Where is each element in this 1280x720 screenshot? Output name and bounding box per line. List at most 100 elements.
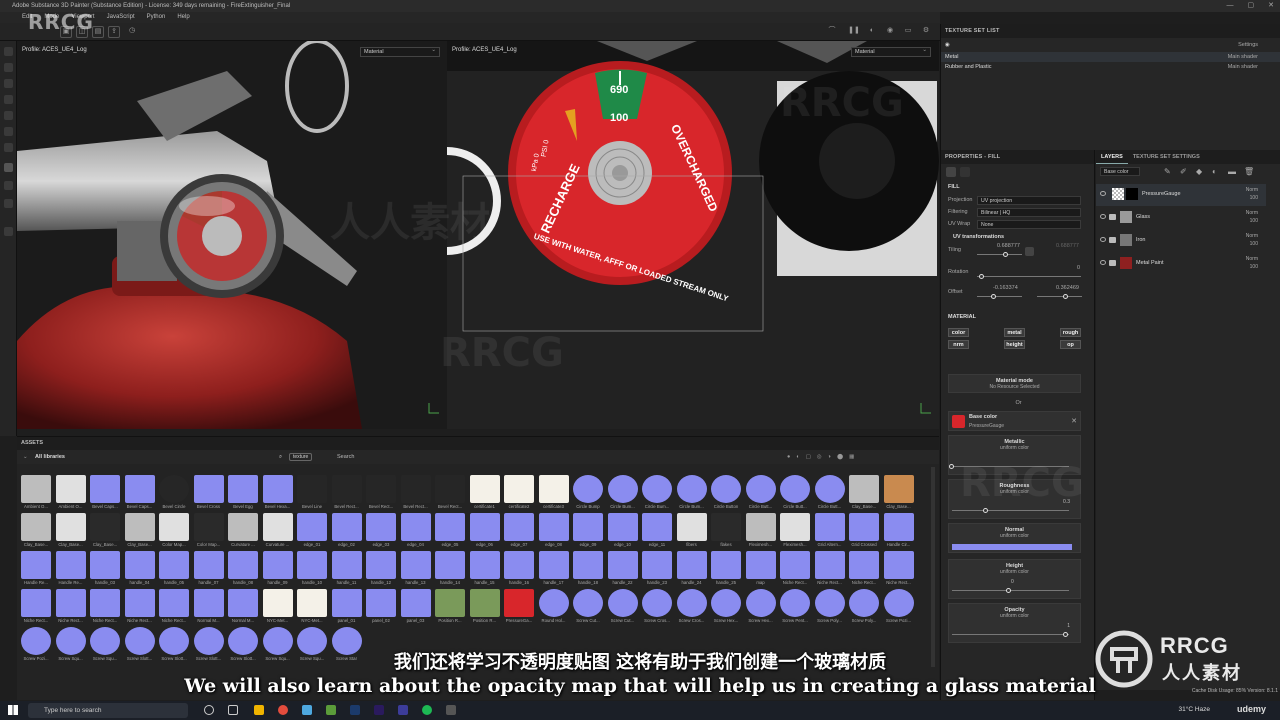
- tiling-slider[interactable]: [977, 254, 1022, 255]
- opacity-slider-handle[interactable]: [1063, 632, 1068, 637]
- render-icon[interactable]: ◐: [866, 26, 878, 38]
- metallic-card[interactable]: Metallic uniform color: [948, 435, 1081, 475]
- asset-tile[interactable]: handle_25: [711, 551, 741, 585]
- asset-tile[interactable]: NYC-Met...: [297, 589, 327, 623]
- asset-tile[interactable]: Color Map...: [193, 513, 224, 547]
- asset-tile[interactable]: handle_07: [193, 551, 224, 585]
- history-icon[interactable]: ◷: [126, 26, 138, 38]
- asset-tile[interactable]: Screw Cut...: [573, 589, 603, 623]
- delete-layer-icon[interactable]: 🗑: [1244, 167, 1254, 176]
- search-tag[interactable]: texture: [289, 453, 313, 461]
- texture-set-item[interactable]: Metal Main shader: [941, 52, 1280, 62]
- asset-tile[interactable]: Circle Bum...: [642, 475, 672, 509]
- roughness-slider-handle[interactable]: [983, 508, 988, 513]
- asset-tile[interactable]: Circle Bum...: [607, 475, 638, 509]
- export-icon[interactable]: ⇪: [108, 26, 120, 38]
- channel-nrm-chip[interactable]: nrm: [948, 340, 969, 349]
- shelf-icon[interactable]: [4, 227, 13, 236]
- windows-start-icon[interactable]: [8, 705, 18, 715]
- add-paint-layer-icon[interactable]: ✐: [1180, 167, 1187, 176]
- layer-row[interactable]: Glass Norm 100: [1096, 207, 1266, 229]
- asset-tile[interactable]: certificate3: [538, 475, 569, 509]
- asset-tile[interactable]: Circle Butt...: [745, 475, 776, 509]
- asset-tile[interactable]: Ambient O...: [55, 475, 86, 509]
- asset-tile[interactable]: handle_14: [435, 551, 465, 585]
- asset-tile[interactable]: Handle Re...: [21, 551, 51, 585]
- asset-tile[interactable]: Bevel Hexa...: [262, 475, 293, 509]
- asset-tile[interactable]: handle_17: [538, 551, 569, 585]
- asset-tile[interactable]: Screw Hex...: [745, 589, 776, 623]
- search-input[interactable]: Search: [337, 450, 354, 464]
- viewport-2d[interactable]: 690 100 RECHARGE OVERCHARGED USE WITH WA…: [447, 41, 939, 429]
- asset-tile[interactable]: Screw Poly...: [849, 589, 879, 623]
- layer-blend[interactable]: Norm 100: [1246, 255, 1258, 271]
- asset-tile[interactable]: Niche Rect...: [55, 589, 86, 623]
- asset-tile[interactable]: Bevel Cross: [193, 475, 224, 509]
- asset-filter-icons[interactable]: ●◐▢◎◑⬤▦: [787, 450, 860, 464]
- asset-tile[interactable]: edge_10: [607, 513, 638, 547]
- asset-tile[interactable]: Screw Poly...: [814, 589, 845, 623]
- asset-tile[interactable]: Clay_Base...: [55, 513, 86, 547]
- asset-tile[interactable]: Clay_Base...: [849, 475, 879, 509]
- asset-tile[interactable]: Bevel Rect...: [435, 475, 465, 509]
- asset-tile[interactable]: Round Hol...: [538, 589, 569, 623]
- polyfill-tool-icon[interactable]: [4, 95, 13, 104]
- asset-tile[interactable]: Clay_Base...: [21, 513, 51, 547]
- minimize-icon[interactable]: —: [1227, 0, 1234, 12]
- asset-tile[interactable]: handle_04: [124, 551, 155, 585]
- asset-tile[interactable]: Clay_Base...: [883, 475, 914, 509]
- channel-op-chip[interactable]: op: [1060, 340, 1081, 349]
- lock-icon[interactable]: [1025, 247, 1034, 256]
- library-selector[interactable]: All libraries: [35, 450, 65, 464]
- asset-tile[interactable]: edge_06: [469, 513, 500, 547]
- height-card[interactable]: Height uniform color 0: [948, 559, 1081, 599]
- asset-tile[interactable]: Niche Rect...: [124, 589, 155, 623]
- material-mode-card[interactable]: Material mode No Resource Selected: [948, 374, 1081, 393]
- asset-tile[interactable]: Screw Hex...: [711, 589, 741, 623]
- asset-tile[interactable]: Bevel Egg: [228, 475, 258, 509]
- asset-tile[interactable]: handle_12: [366, 551, 396, 585]
- tiling-slider-handle[interactable]: [1003, 252, 1008, 257]
- asset-tile[interactable]: Niche Rect...: [814, 551, 845, 585]
- clone-tool-icon[interactable]: [4, 127, 13, 136]
- menu-help[interactable]: Help: [177, 12, 189, 23]
- maximize-icon[interactable]: ▢: [1248, 0, 1255, 12]
- explorer-icon[interactable]: [254, 705, 264, 715]
- texture-set-settings-button[interactable]: Settings: [1238, 38, 1258, 52]
- rotation-slider[interactable]: [977, 276, 1081, 277]
- asset-tile[interactable]: Curvature ...: [262, 513, 293, 547]
- asset-tile[interactable]: Position R...: [435, 589, 465, 623]
- asset-tile[interactable]: Position R...: [469, 589, 500, 623]
- asset-tile[interactable]: Clay_Base...: [90, 513, 120, 547]
- tab-texture-set-settings[interactable]: TEXTURE SET SETTINGS: [1128, 150, 1205, 164]
- asset-tile[interactable]: certificate1: [469, 475, 500, 509]
- chrome-icon[interactable]: [278, 705, 288, 715]
- asset-tile[interactable]: Screw Cros...: [676, 589, 707, 623]
- add-mask-icon[interactable]: ◐: [1212, 167, 1217, 176]
- asset-tile[interactable]: Handle Cir...: [883, 513, 914, 547]
- asset-tile[interactable]: Bevel Line: [297, 475, 327, 509]
- fill-tab-icon[interactable]: [946, 167, 956, 177]
- asset-tile[interactable]: handle_15: [469, 551, 500, 585]
- asset-tile[interactable]: edge_11: [642, 513, 672, 547]
- layers-panel-icon[interactable]: [4, 181, 13, 190]
- roughness-slider[interactable]: [952, 510, 1069, 511]
- asset-tile[interactable]: handle_03: [90, 551, 120, 585]
- asset-tile[interactable]: edge_02: [331, 513, 362, 547]
- asset-tile[interactable]: Screw Cut...: [607, 589, 638, 623]
- viewport-3d-mode-select[interactable]: Material: [360, 46, 440, 57]
- channel-height-chip[interactable]: height: [1004, 340, 1025, 349]
- uvwrap-select[interactable]: None: [977, 220, 1081, 229]
- channel-rough-chip[interactable]: rough: [1060, 328, 1081, 337]
- chevron-down-icon[interactable]: ⌄: [23, 450, 28, 464]
- display-settings-icon[interactable]: [4, 199, 13, 208]
- asset-tile[interactable]: Screw Pent...: [780, 589, 810, 623]
- visibility-eye-icon[interactable]: [1100, 214, 1106, 219]
- asset-tile[interactable]: Screw Pozi...: [883, 589, 914, 623]
- premiere-icon[interactable]: [374, 705, 384, 715]
- asset-tile[interactable]: Circle Butt...: [780, 475, 810, 509]
- asset-tile[interactable]: Circle Button: [711, 475, 741, 509]
- asset-tile[interactable]: Niche Rect...: [90, 589, 120, 623]
- asset-tile[interactable]: Grid Crossed: [849, 513, 879, 547]
- weather-widget[interactable]: 31°C Haze: [1178, 706, 1210, 713]
